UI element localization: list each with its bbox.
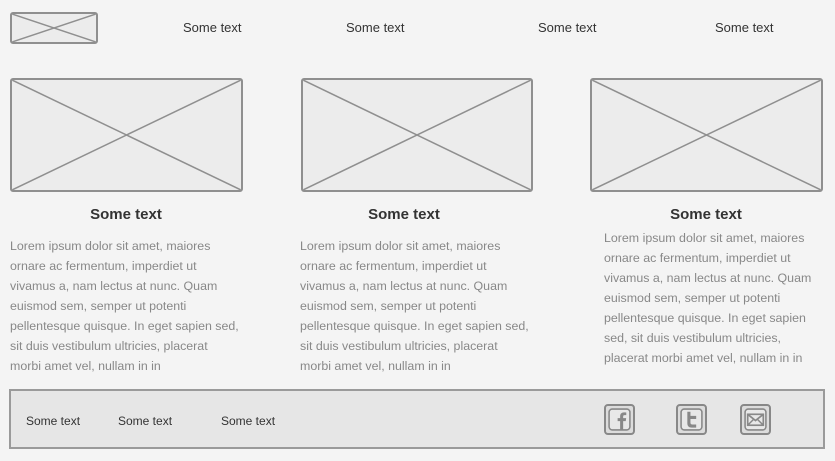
column-3-title: Some text [670,206,742,223]
column-1-body: Lorem ipsum dolor sit amet, maiores orna… [10,239,239,373]
email-button[interactable] [740,404,771,435]
facebook-icon [608,408,631,431]
image-placeholder-icon [12,14,96,42]
column-1-title: Some text [90,206,162,223]
column-1-image [10,78,243,192]
nav-link-3[interactable]: Some text [538,20,597,35]
column-2-title: Some text [368,206,440,223]
column-3-image [590,78,823,192]
nav-link-2[interactable]: Some text [346,20,405,35]
image-placeholder-icon [303,80,531,190]
nav-link-4[interactable]: Some text [715,20,774,35]
column-3-body: Lorem ipsum dolor sit amet, maiores orna… [604,231,812,365]
image-placeholder-icon [12,80,241,190]
column-2-body: Lorem ipsum dolor sit amet, maiores orna… [300,239,529,373]
footer: Some text Some text Some text [9,389,825,449]
column-2-image [301,78,533,192]
nav-link-1[interactable]: Some text [183,20,242,35]
footer-link-3[interactable]: Some text [221,414,275,428]
footer-link-2[interactable]: Some text [118,414,172,428]
footer-link-1[interactable]: Some text [26,414,80,428]
image-placeholder-icon [592,80,821,190]
twitter-button[interactable] [676,404,707,435]
facebook-button[interactable] [604,404,635,435]
twitter-icon [680,408,703,431]
logo-placeholder[interactable] [10,12,98,44]
email-icon [744,408,767,431]
